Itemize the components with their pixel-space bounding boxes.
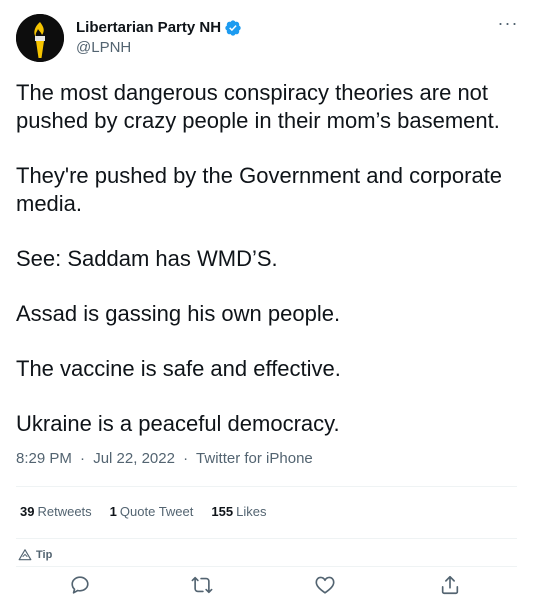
tweet-paragraph: See: Saddam has WMD’S. — [16, 246, 278, 271]
retweets-count: 39 — [20, 504, 35, 519]
separator: · — [183, 450, 189, 467]
likes-count: 155 — [211, 504, 234, 519]
display-name-row: Libertarian Party NH — [76, 18, 242, 38]
author-names: Libertarian Party NH @LPNH — [76, 18, 242, 58]
retweets-stat[interactable]: 39 Retweets — [20, 503, 92, 521]
divider — [16, 538, 517, 539]
tweet-paragraph: The most dangerous conspiracy theories a… — [16, 80, 500, 133]
tip-label: Tip — [36, 549, 53, 561]
tweet-date[interactable]: Jul 22, 2022 — [93, 450, 175, 467]
tweet-metadata: 8:29 PM · Jul 22, 2022 · Twitter for iPh… — [16, 449, 313, 469]
likes-stat[interactable]: 155 Likes — [211, 503, 266, 521]
divider — [16, 566, 517, 567]
reply-button[interactable] — [69, 574, 93, 598]
tweet-text: The most dangerous conspiracy theories a… — [16, 79, 516, 438]
avatar[interactable] — [16, 14, 64, 62]
torch-icon — [16, 14, 64, 62]
like-button[interactable] — [314, 574, 338, 598]
divider — [16, 486, 517, 487]
action-bar — [0, 574, 533, 602]
tweet-paragraph: Ukraine is a peaceful democracy. — [16, 411, 340, 436]
separator: · — [80, 450, 86, 467]
engagement-stats: 39 Retweets 1 Quote Tweet 155 Likes — [20, 503, 284, 521]
share-icon — [441, 575, 459, 595]
likes-label: Likes — [236, 504, 267, 519]
like-icon — [315, 576, 335, 594]
retweet-button[interactable] — [191, 574, 215, 598]
quote-tweets-label: Quote Tweet — [119, 504, 194, 519]
retweets-label: Retweets — [37, 504, 92, 519]
retweet-icon — [191, 576, 213, 594]
tweet-header: Libertarian Party NH @LPNH ··· — [16, 14, 519, 64]
tweet-paragraph: The vaccine is safe and effective. — [16, 356, 341, 381]
tweet-source[interactable]: Twitter for iPhone — [196, 450, 313, 467]
display-name[interactable]: Libertarian Party NH — [76, 18, 221, 38]
more-options-button[interactable]: ··· — [497, 14, 519, 36]
tweet-paragraph: Assad is gassing his own people. — [16, 301, 341, 326]
tweet-paragraph: They're pushed by the Government and cor… — [16, 163, 503, 216]
handle[interactable]: @LPNH — [76, 38, 242, 58]
tweet-card: Libertarian Party NH @LPNH ··· The most … — [0, 0, 533, 606]
tip-icon — [18, 549, 32, 561]
quote-tweets-stat[interactable]: 1 Quote Tweet — [110, 503, 194, 521]
tweet-time[interactable]: 8:29 PM — [16, 450, 72, 467]
share-button[interactable] — [439, 574, 463, 598]
tip-button[interactable]: Tip — [18, 548, 52, 562]
quote-tweets-count: 1 — [109, 504, 117, 519]
reply-icon — [71, 576, 89, 594]
verified-badge-icon — [224, 19, 242, 37]
